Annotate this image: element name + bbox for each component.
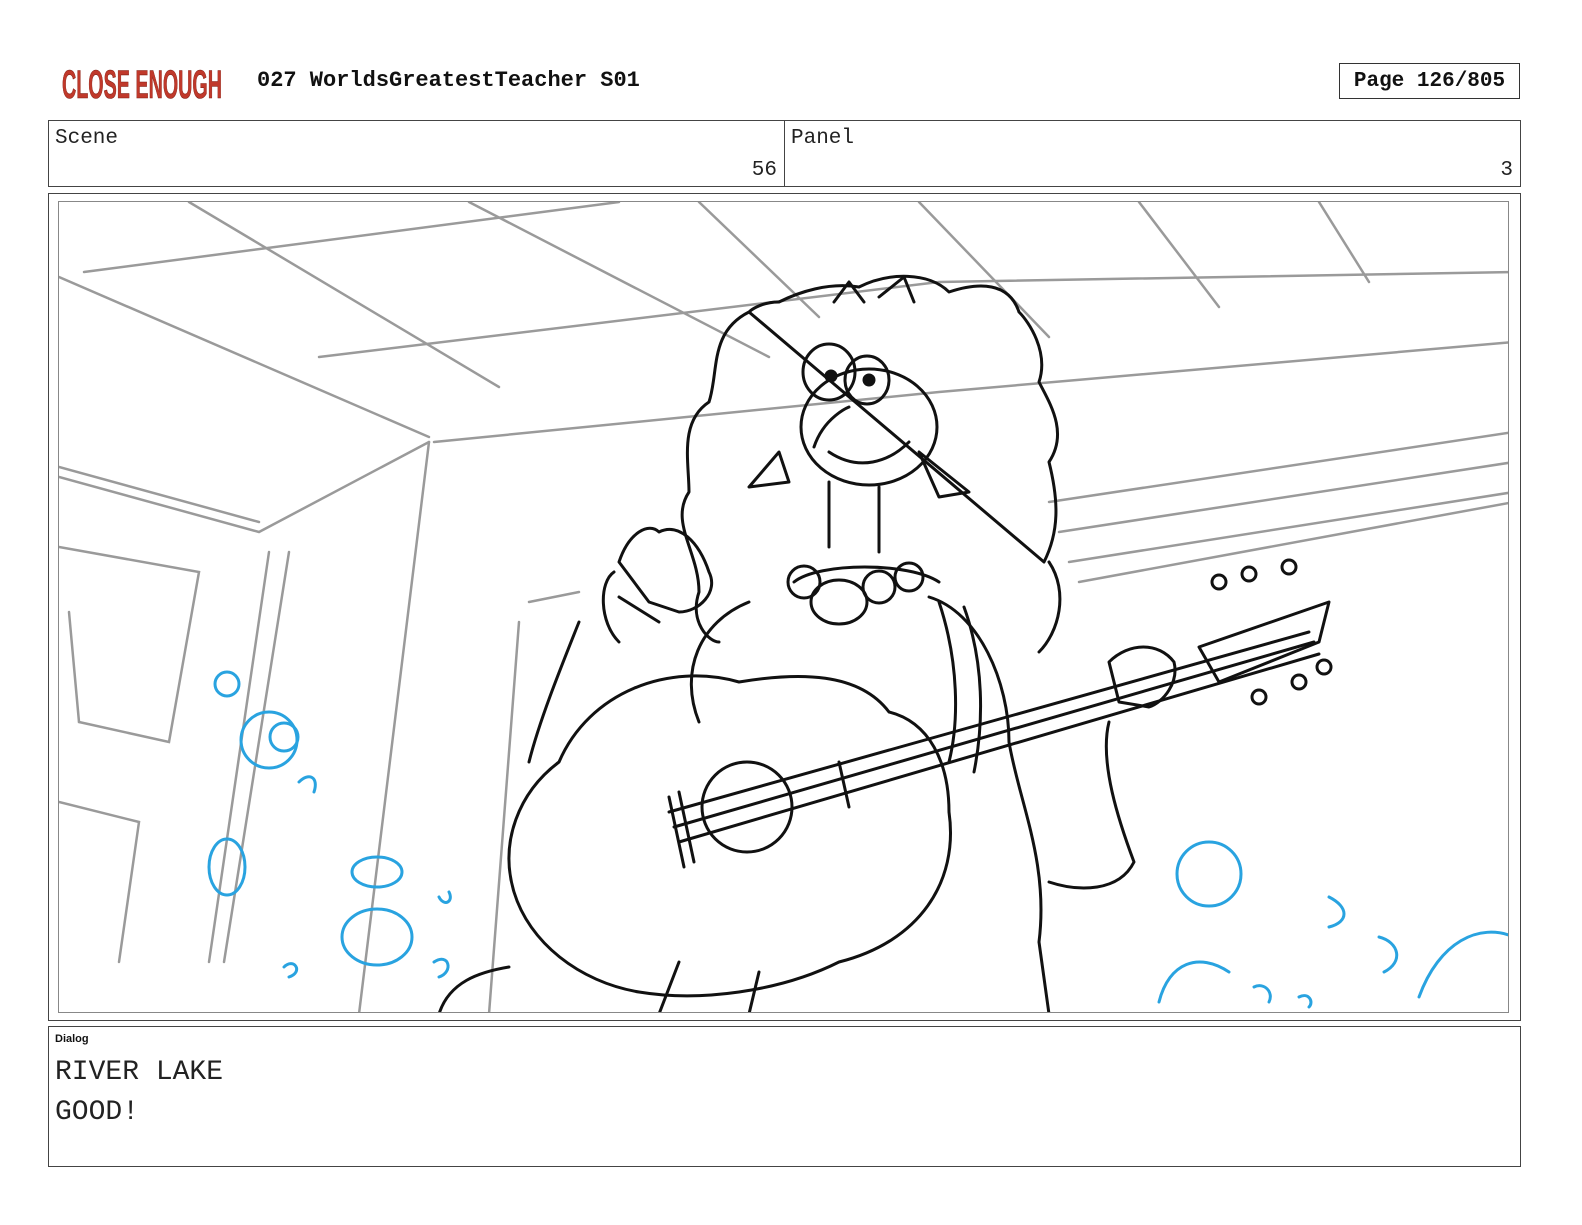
dialog-line: GOOD! [55, 1097, 140, 1128]
dialog-label: Dialog [55, 1033, 89, 1045]
panel-drawing-area [58, 201, 1509, 1013]
panel-label: Panel [791, 127, 855, 150]
storyboard-panel [48, 193, 1521, 1021]
page-indicator: Page 126/805 [1339, 63, 1520, 99]
scene-label: Scene [55, 127, 119, 150]
dialog-box: Dialog RIVER LAKE GOOD! [48, 1026, 1521, 1167]
panel-cell: Panel 3 [784, 121, 1520, 186]
close-enough-logo: CLOSE ENOUGH [62, 63, 223, 104]
document-title: 027 WorldsGreatestTeacher S01 [257, 68, 640, 93]
panel-number: 3 [1500, 159, 1513, 182]
scene-number: 56 [751, 159, 777, 182]
scene-cell: Scene 56 [49, 121, 784, 186]
svg-text:CLOSE ENOUGH: CLOSE ENOUGH [62, 63, 222, 104]
storyboard-sketch-icon [59, 202, 1508, 1012]
scene-panel-info: Scene 56 Panel 3 [48, 120, 1521, 187]
dialog-line: RIVER LAKE [55, 1057, 224, 1088]
